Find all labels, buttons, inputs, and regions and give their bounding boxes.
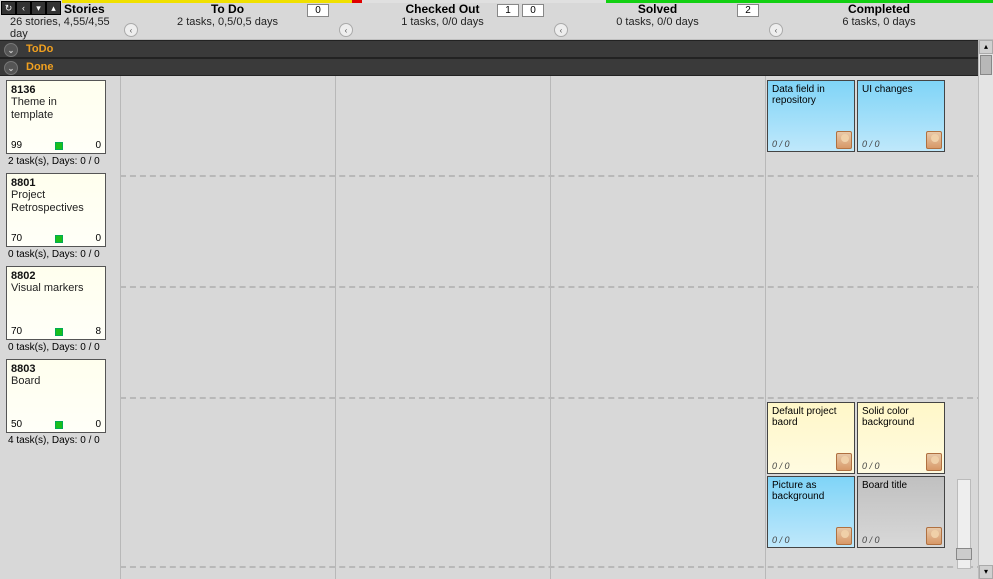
avatar-icon (926, 527, 942, 545)
section-done[interactable]: ⌄ Done (0, 58, 993, 76)
scroll-down-icon[interactable]: ▾ (979, 565, 993, 579)
zoom-thumb[interactable] (956, 548, 972, 560)
status-dot (55, 235, 63, 243)
status-dot (55, 421, 63, 429)
avatar-icon (926, 453, 942, 471)
col-title: Checked Out (405, 0, 479, 16)
status-dot (55, 328, 63, 336)
col-checkedout: Checked Out 1 tasks, 0/0 days ‹ 1 0 (335, 0, 550, 39)
col-sub: 1 tasks, 0/0 days (401, 16, 484, 28)
story-card[interactable]: 8801 Project Retrospectives 70 0 (6, 173, 106, 247)
task-title: Data field in repository (772, 84, 850, 106)
story-title: Project Retrospectives (11, 189, 101, 215)
vertical-scrollbar[interactable]: ▴ ▾ (978, 40, 993, 579)
collapse-btn[interactable]: ‹ (339, 23, 353, 37)
col-title: To Do (211, 0, 244, 16)
board: 8136 Theme in template 99 0 2 task(s), Da… (0, 76, 993, 579)
col-title: Stories (64, 0, 105, 16)
task-card[interactable]: Board title 0 / 0 (857, 476, 945, 548)
story-left: 50 (11, 419, 22, 430)
story-left: 70 (11, 233, 22, 244)
column-header: Stories 26 stories, 4,55/4,55 day To Do … (0, 0, 993, 40)
avatar-icon (836, 453, 852, 471)
lane-stories: 8136 Theme in template 99 0 2 task(s), Da… (0, 76, 120, 579)
story-right: 8 (95, 326, 101, 337)
expand-icon[interactable]: ⌄ (4, 61, 18, 75)
col-todo: To Do 2 tasks, 0,5/0,5 days ‹ 0 (120, 0, 335, 39)
story-meta: 2 task(s), Days: 0 / 0 (0, 154, 120, 169)
task-foot: 0 / 0 (862, 139, 880, 149)
task-foot: 0 / 0 (772, 139, 790, 149)
col-sub: 0 tasks, 0/0 days (616, 16, 699, 28)
task-title: Picture as background (772, 480, 850, 502)
story-meta: 0 task(s), Days: 0 / 0 (0, 340, 120, 355)
task-title: Solid color background (862, 406, 940, 428)
story-id: 8803 (11, 363, 101, 375)
story-right: 0 (95, 140, 101, 151)
task-card[interactable]: Default project baord 0 / 0 (767, 402, 855, 474)
story-id: 8802 (11, 270, 101, 282)
task-title: Default project baord (772, 406, 850, 428)
task-group: Default project baord 0 / 0 Solid color … (767, 402, 949, 548)
story-id: 8136 (11, 84, 101, 96)
expand-icon[interactable]: ⌄ (4, 43, 18, 57)
wip-count: 0 (522, 4, 544, 17)
lane-solved[interactable] (550, 76, 765, 579)
story-title: Visual markers (11, 282, 101, 308)
task-foot: 0 / 0 (862, 535, 880, 545)
lane-checkedout[interactable] (335, 76, 550, 579)
status-dot (55, 142, 63, 150)
wip-count: 0 (307, 4, 329, 17)
story-left: 70 (11, 326, 22, 337)
section-label: ToDo (26, 43, 53, 55)
story-meta: 0 task(s), Days: 0 / 0 (0, 247, 120, 262)
section-todo[interactable]: ⌄ ToDo (0, 40, 993, 58)
col-solved: Solved 0 tasks, 0/0 days ‹ 2 (550, 0, 765, 39)
story-title: Board (11, 375, 101, 401)
story-meta: 4 task(s), Days: 0 / 0 (0, 433, 120, 448)
zoom-slider[interactable] (957, 479, 971, 569)
avatar-icon (836, 527, 852, 545)
task-card[interactable]: UI changes 0 / 0 (857, 80, 945, 152)
col-completed: Completed 6 tasks, 0 days ‹ (765, 0, 993, 39)
task-foot: 0 / 0 (862, 461, 880, 471)
col-title: Solved (638, 0, 677, 16)
task-title: UI changes (862, 84, 940, 95)
lane-completed[interactable]: Data field in repository 0 / 0 UI change… (765, 76, 960, 579)
section-label: Done (26, 61, 54, 73)
col-stories: Stories 26 stories, 4,55/4,55 day (0, 0, 120, 39)
col-sub: 6 tasks, 0 days (842, 16, 915, 28)
task-title: Board title (862, 480, 940, 491)
scroll-thumb[interactable] (980, 55, 992, 75)
story-left: 99 (11, 140, 22, 151)
story-right: 0 (95, 419, 101, 430)
task-card[interactable]: Data field in repository 0 / 0 (767, 80, 855, 152)
story-id: 8801 (11, 177, 101, 189)
collapse-btn[interactable]: ‹ (124, 23, 138, 37)
col-sub: 2 tasks, 0,5/0,5 days (177, 16, 278, 28)
collapse-btn[interactable]: ‹ (769, 23, 783, 37)
story-card[interactable]: 8802 Visual markers 70 8 (6, 266, 106, 340)
wip-count: 2 (737, 4, 759, 17)
col-sub: 26 stories, 4,55/4,55 day (10, 16, 120, 40)
scroll-up-icon[interactable]: ▴ (979, 40, 993, 54)
task-group: Data field in repository 0 / 0 UI change… (767, 80, 945, 152)
story-right: 0 (95, 233, 101, 244)
task-foot: 0 / 0 (772, 461, 790, 471)
collapse-btn[interactable]: ‹ (554, 23, 568, 37)
task-foot: 0 / 0 (772, 535, 790, 545)
task-card[interactable]: Picture as background 0 / 0 (767, 476, 855, 548)
lane-todo[interactable] (120, 76, 335, 579)
task-card[interactable]: Solid color background 0 / 0 (857, 402, 945, 474)
story-card[interactable]: 8803 Board 50 0 (6, 359, 106, 433)
avatar-icon (836, 131, 852, 149)
avatar-icon (926, 131, 942, 149)
wip-count: 1 (497, 4, 519, 17)
story-card[interactable]: 8136 Theme in template 99 0 (6, 80, 106, 154)
story-title: Theme in template (11, 96, 101, 122)
col-title: Completed (848, 0, 910, 16)
